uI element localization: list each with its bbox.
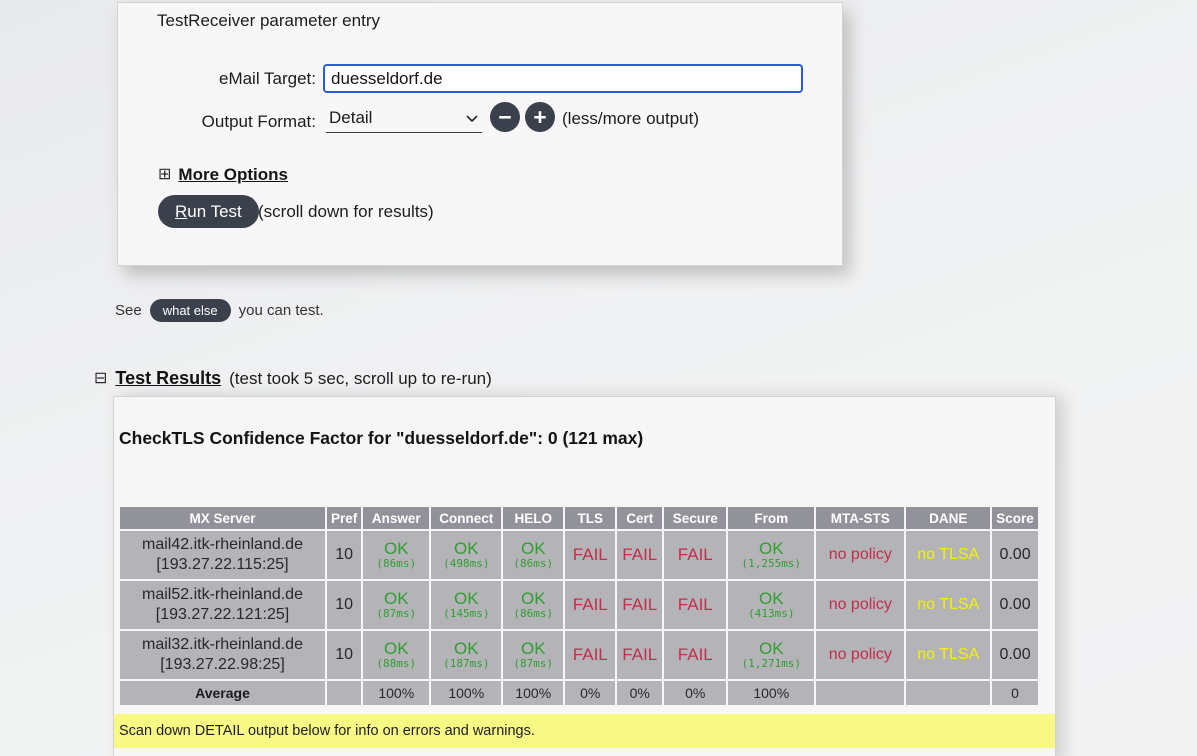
answer-cell: OK (88ms) [363,631,430,679]
column-header: From [728,507,815,529]
pref-cell: 10 [327,581,362,629]
average-value: 0% [617,681,663,705]
results-table-body: mail42.itk-rheinland.de [193.27.22.115:25… [120,531,1038,705]
average-value: 0% [664,681,727,705]
average-value: 0 [992,681,1038,705]
output-format-label: Output Format: [201,112,316,131]
score-cell: 0.00 [992,531,1038,579]
collapse-box-icon: ⊟ [94,369,108,387]
helo-cell: OK (86ms) [503,581,564,629]
pref-cell: 10 [327,631,362,679]
test-results-note: (test took 5 sec, scroll up to re-run) [229,368,492,388]
from-cell: OK (1,271ms) [728,631,815,679]
column-header: Pref [327,507,362,529]
dane-cell: no TLSA [906,631,991,679]
table-row: mail32.itk-rheinland.de [193.27.22.98:25]… [120,631,1038,679]
less-output-button[interactable]: − [490,102,520,132]
mx-server-cell: mail52.itk-rheinland.de [193.27.22.121:25… [120,581,325,629]
less-more-hint: (less/more output) [562,109,699,128]
run-test-label-rest: un Test [187,201,242,221]
column-header: Score [992,507,1038,529]
run-test-button[interactable]: Run Test [158,195,259,228]
average-value: 100% [728,681,815,705]
score-cell: 0.00 [992,631,1038,679]
expand-box-icon: ⊞ [158,166,172,183]
connect-cell: OK (187ms) [431,631,502,679]
mta-sts-cell: no policy [816,531,905,579]
confidence-factor-title: CheckTLS Confidence Factor for "duesseld… [119,428,644,448]
email-target-label: eMail Target: [218,69,316,88]
column-header: TLS [565,507,616,529]
column-header: MX Server [120,507,325,529]
average-value [906,681,991,705]
helo-cell: OK (86ms) [503,531,564,579]
from-cell: OK (413ms) [728,581,815,629]
output-format-value: Detail [329,107,373,127]
pref-cell: 10 [327,531,362,579]
results-panel: CheckTLS Confidence Factor for "duesseld… [113,396,1056,756]
connect-cell: OK (498ms) [431,531,502,579]
cert-cell: FAIL [617,581,663,629]
tls-cell: FAIL [565,531,616,579]
average-row: Average 100% 100% 100% 0% 0% 0% 100% 0 [120,681,1038,705]
column-header: Connect [431,507,502,529]
results-table-header-row: MX Server Pref Answer Connect HELO TLS Cert Sec… [120,507,1038,529]
test-receiver-form-panel: TestReceiver parameter entry eMail Targe… [117,2,843,266]
column-header: HELO [503,507,564,529]
more-options-label: More Options [178,165,288,184]
answer-cell: OK (87ms) [363,581,430,629]
helo-cell: OK (87ms) [503,631,564,679]
chevron-down-icon [466,115,478,122]
cert-cell: FAIL [617,631,663,679]
see-suffix: you can test. [238,302,324,319]
answer-cell: OK (86ms) [363,531,430,579]
tls-cell: FAIL [565,581,616,629]
see-what-else-row: See what else you can test. [115,299,324,322]
average-value [816,681,905,705]
secure-cell: FAIL [664,581,727,629]
average-value: 100% [503,681,564,705]
column-header: Secure [664,507,727,529]
table-row: mail52.itk-rheinland.de [193.27.22.121:25… [120,581,1038,629]
average-value: 100% [363,681,430,705]
run-test-hint: (scroll down for results) [258,202,434,221]
more-output-button[interactable]: + [525,102,555,132]
see-prefix: See [115,302,142,319]
test-results-title: Test Results [115,368,222,388]
column-header: Cert [617,507,663,529]
table-row: mail42.itk-rheinland.de [193.27.22.115:25… [120,531,1038,579]
email-target-input[interactable] [323,64,803,93]
results-table: MX Server Pref Answer Connect HELO TLS Cert Sec… [118,505,1040,707]
run-test-accesskey: R [175,201,188,221]
column-header: DANE [906,507,991,529]
form-title: TestReceiver parameter entry [157,11,380,30]
test-results-toggle[interactable]: ⊟ Test Results (test took 5 sec, scroll … [94,368,492,389]
mta-sts-cell: no policy [816,581,905,629]
dane-cell: no TLSA [906,531,991,579]
output-format-select[interactable]: Detail [326,105,482,133]
secure-cell: FAIL [664,531,727,579]
cert-cell: FAIL [617,531,663,579]
mta-sts-cell: no policy [816,631,905,679]
mx-server-cell: mail32.itk-rheinland.de [193.27.22.98:25] [120,631,325,679]
more-options-toggle[interactable]: ⊞ More Options [158,165,288,185]
secure-cell: FAIL [664,631,727,679]
from-cell: OK (1,255ms) [728,531,815,579]
column-header: Answer [363,507,430,529]
what-else-button[interactable]: what else [149,299,231,322]
score-cell: 0.00 [992,581,1038,629]
average-label: Average [120,681,325,705]
page: TestReceiver parameter entry eMail Targe… [0,0,1197,756]
mx-server-cell: mail42.itk-rheinland.de [193.27.22.115:25… [120,531,325,579]
column-header: MTA-STS [816,507,905,529]
dane-cell: no TLSA [906,581,991,629]
tls-cell: FAIL [565,631,616,679]
average-value [327,681,362,705]
connect-cell: OK (145ms) [431,581,502,629]
detail-banner: Scan down DETAIL output below for info o… [114,714,1055,748]
average-value: 100% [431,681,502,705]
average-value: 0% [565,681,616,705]
